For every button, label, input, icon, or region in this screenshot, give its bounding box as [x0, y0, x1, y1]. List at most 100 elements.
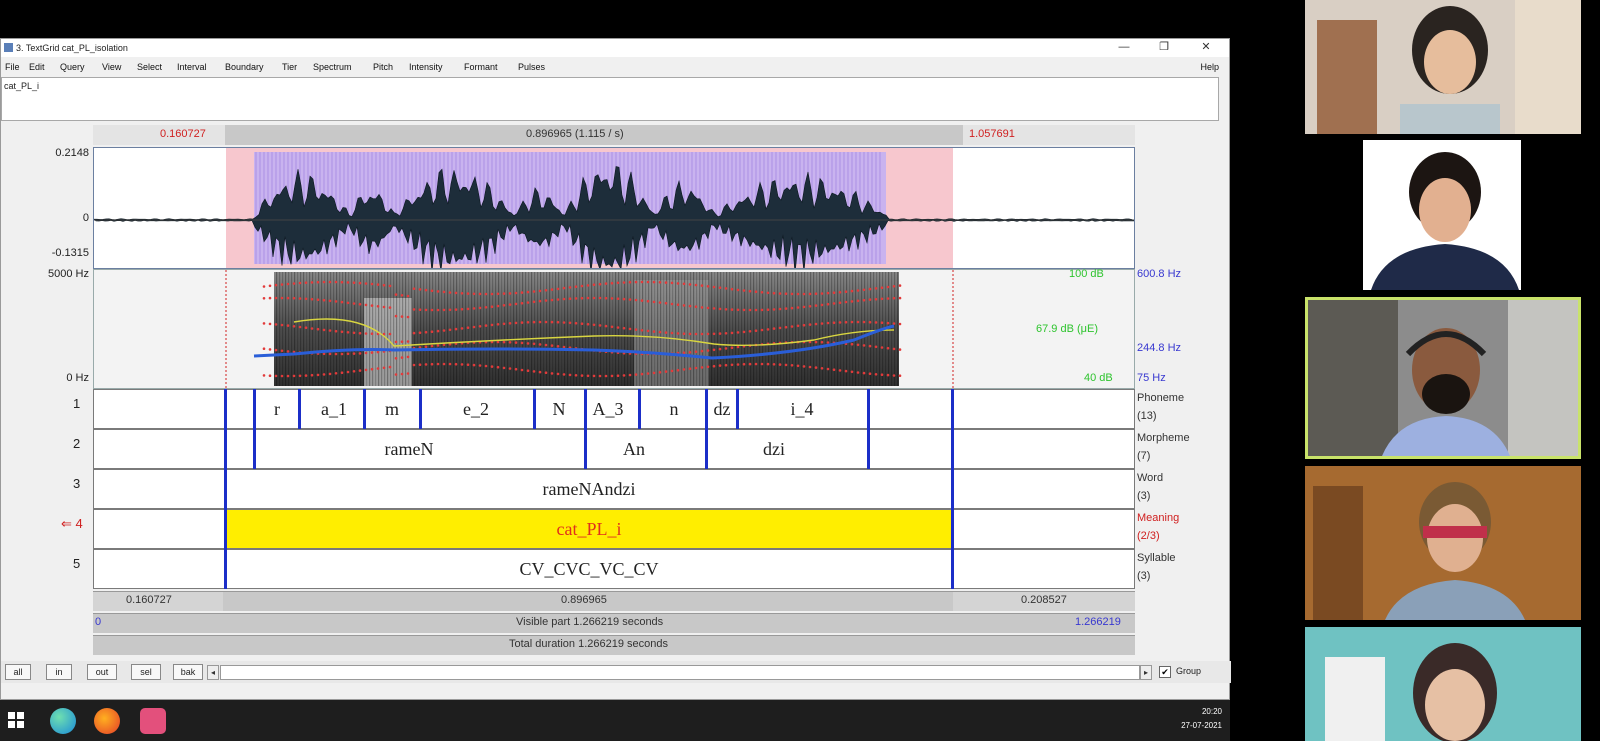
formant-dot — [766, 291, 770, 295]
zoom-out-button[interactable]: out — [87, 664, 117, 680]
morpheme-interval[interactable]: rameN — [385, 439, 434, 460]
zoom-sel-button[interactable]: sel — [131, 664, 161, 680]
boundary-marker[interactable] — [638, 389, 641, 429]
scroll-right-icon[interactable]: ▸ — [1140, 665, 1152, 680]
menu-formant[interactable]: Formant — [464, 62, 498, 72]
zoom-all-button[interactable]: all — [5, 664, 31, 680]
formant-dot — [886, 321, 890, 325]
phoneme-interval[interactable]: r — [274, 399, 280, 420]
formant-dot — [430, 289, 434, 293]
phoneme-interval[interactable]: N — [553, 399, 566, 420]
firefox-icon[interactable] — [94, 708, 120, 734]
formant-dot — [448, 328, 452, 332]
boundary-marker[interactable] — [867, 389, 870, 469]
syllable-interval[interactable]: CV_CVC_VC_CV — [519, 559, 658, 580]
praat-icon[interactable] — [140, 708, 166, 734]
menu-help[interactable]: Help — [1200, 62, 1219, 72]
pre-selection-duration: 0.160727 — [126, 594, 172, 606]
formant-dot — [436, 290, 440, 293]
spectrogram-striation — [807, 272, 809, 386]
word-interval[interactable]: rameNAndzi — [543, 479, 636, 500]
tier-4-number[interactable]: ⇐ 4 — [61, 516, 83, 532]
formant-dot — [892, 374, 896, 377]
tier-meaning[interactable]: cat_PL_i — [93, 509, 1135, 549]
formant-dot — [838, 369, 842, 372]
formant-dot — [346, 331, 350, 334]
zoom-back-button[interactable]: bak — [173, 664, 203, 680]
formant-dot — [376, 305, 380, 308]
boundary-marker[interactable] — [419, 389, 422, 429]
formant-dot — [496, 323, 500, 326]
morpheme-interval[interactable]: An — [623, 439, 645, 460]
tier-syllable[interactable]: CV_CVC_VC_CV — [93, 549, 1135, 589]
menu-pulses[interactable]: Pulses — [518, 62, 545, 72]
formant-dot — [796, 364, 800, 368]
interval-text-field[interactable]: cat_PL_i — [1, 77, 1219, 121]
taskbar: 20:20 27-07-2021 — [0, 700, 1230, 741]
spectrogram-striation — [498, 272, 500, 386]
active-speaker-tile[interactable] — [1305, 297, 1581, 459]
time-scrollbar[interactable] — [220, 665, 1140, 680]
participant-video-tile[interactable] — [1305, 140, 1581, 290]
boundary-marker[interactable] — [705, 389, 708, 469]
tier-morpheme[interactable]: rameN An dzi — [93, 429, 1135, 469]
participant-video-tile[interactable] — [1305, 627, 1581, 741]
minimize-button[interactable]: — — [1111, 40, 1137, 55]
formant-dot — [622, 297, 626, 301]
close-button[interactable]: ✕ — [1193, 40, 1219, 55]
boundary-marker[interactable] — [298, 389, 301, 429]
formant-dot — [592, 296, 596, 300]
tier-word[interactable]: rameNAndzi — [93, 469, 1135, 509]
menu-spectrum[interactable]: Spectrum — [313, 62, 352, 72]
group-checkbox[interactable]: ✔ — [1159, 666, 1171, 678]
phoneme-interval[interactable]: A_3 — [593, 399, 624, 420]
selection-boundary-start[interactable] — [224, 389, 227, 589]
menu-interval[interactable]: Interval — [177, 62, 207, 72]
menu-edit[interactable]: Edit — [29, 62, 45, 72]
menu-intensity[interactable]: Intensity — [409, 62, 443, 72]
windows-start-icon[interactable] — [8, 712, 24, 728]
boundary-marker[interactable] — [363, 389, 366, 429]
menu-view[interactable]: View — [102, 62, 121, 72]
participant-video-tile[interactable] — [1305, 466, 1581, 620]
formant-dot — [808, 292, 812, 296]
tier-phoneme[interactable]: r a_1 m e_2 N A_3 n dz i_4 — [93, 389, 1135, 429]
spectrogram-panel[interactable] — [93, 269, 1135, 389]
formant-dot — [856, 320, 860, 324]
menu-query[interactable]: Query — [60, 62, 85, 72]
phoneme-interval[interactable]: a_1 — [321, 399, 347, 420]
formant-dot — [442, 290, 446, 294]
menu-select[interactable]: Select — [137, 62, 162, 72]
system-clock[interactable]: 20:20 27-07-2021 — [1181, 705, 1222, 733]
edge-icon[interactable] — [50, 708, 76, 734]
menu-file[interactable]: File — [5, 62, 20, 72]
selection-bottom-bar[interactable] — [93, 591, 1135, 611]
spectrogram-bottom-label: 0 Hz — [66, 372, 89, 384]
boundary-marker[interactable] — [736, 389, 739, 429]
formant-dot — [628, 327, 632, 331]
phoneme-interval[interactable]: n — [670, 399, 679, 420]
menu-boundary[interactable]: Boundary — [225, 62, 264, 72]
menu-tier[interactable]: Tier — [282, 62, 297, 72]
menu-pitch[interactable]: Pitch — [373, 62, 393, 72]
meaning-interval[interactable]: cat_PL_i — [557, 519, 622, 540]
phoneme-interval[interactable]: i_4 — [790, 399, 813, 420]
boundary-marker[interactable] — [253, 389, 256, 469]
formant-dot — [892, 347, 896, 351]
phoneme-interval[interactable]: dz — [714, 399, 731, 420]
selection-boundary-end[interactable] — [951, 389, 954, 589]
zoom-in-button[interactable]: in — [46, 664, 72, 680]
formant-dot — [322, 373, 326, 376]
morpheme-interval[interactable]: dzi — [763, 439, 785, 460]
scroll-left-icon[interactable]: ◂ — [207, 665, 219, 680]
formant-dot — [280, 349, 284, 353]
boundary-marker[interactable] — [584, 389, 587, 469]
participant-video-tile[interactable] — [1305, 0, 1581, 134]
waveform-panel[interactable] — [93, 147, 1135, 274]
restore-button[interactable]: ❐ — [1151, 40, 1177, 55]
boundary-marker[interactable] — [533, 389, 536, 429]
phoneme-interval[interactable]: m — [385, 399, 399, 420]
phoneme-interval[interactable]: e_2 — [463, 399, 489, 420]
formant-dot — [820, 303, 824, 307]
formant-dot — [304, 281, 308, 284]
